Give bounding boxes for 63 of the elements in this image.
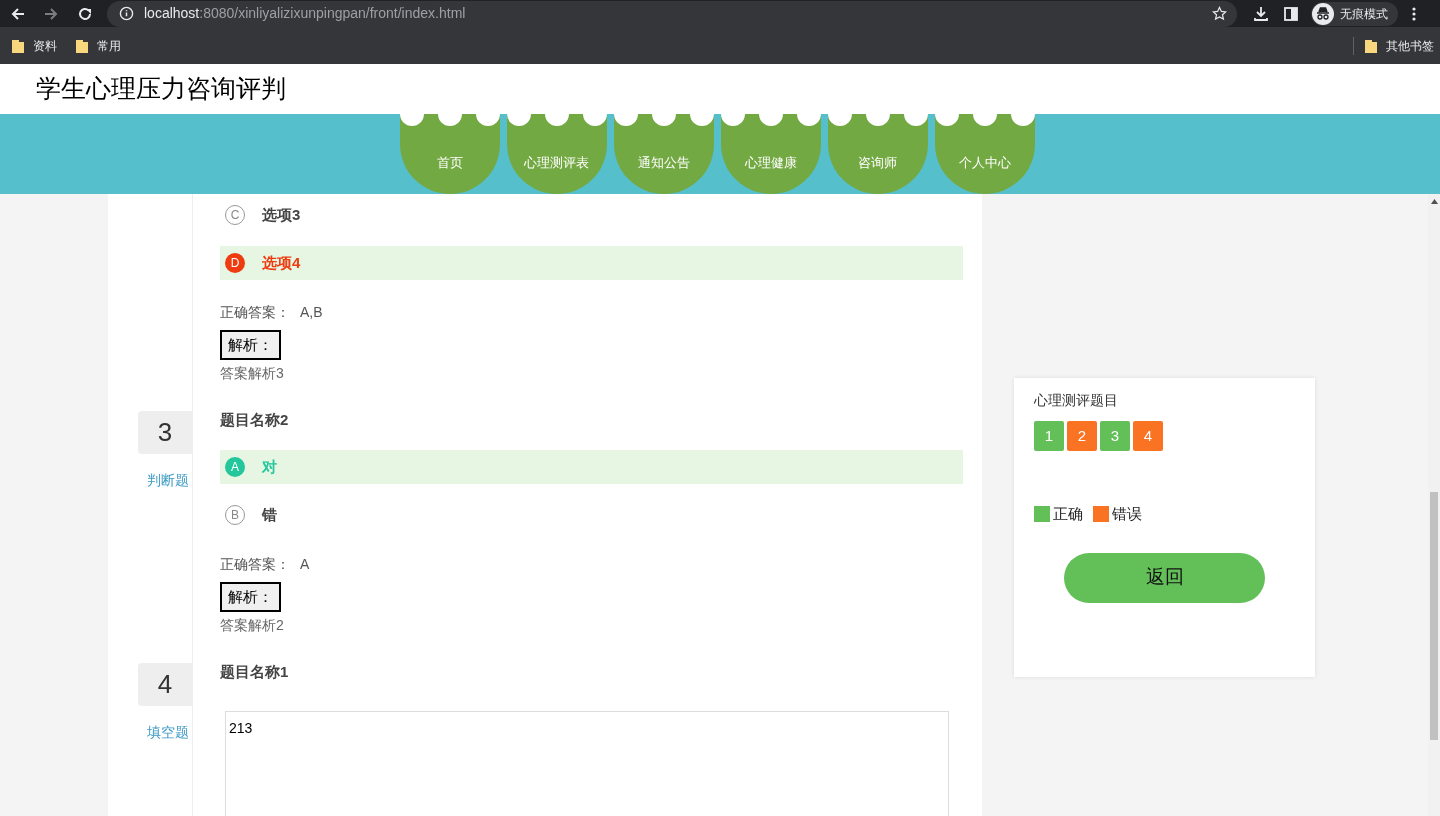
site-title: 学生心理压力咨询评判 <box>36 73 286 105</box>
bookmark[interactable]: 资料 <box>11 36 57 55</box>
answer-value: A,B <box>300 303 323 322</box>
option-letter: C <box>225 205 245 225</box>
profile-label: 无痕模式 <box>1340 5 1388 23</box>
nav-tab[interactable]: 咨询师 <box>827 114 928 194</box>
legend-label: 正确 <box>1053 504 1083 524</box>
panel-title: 心理测评题目 <box>1034 391 1119 410</box>
bookmark[interactable]: 常用 <box>75 36 121 55</box>
download-icon[interactable] <box>1253 5 1269 22</box>
forward-arrow-icon <box>43 5 59 22</box>
scroll-up-arrow-icon[interactable] <box>1430 199 1438 204</box>
answer-box[interactable]: 213 <box>225 711 949 816</box>
answer-option[interactable]: B 错 <box>220 498 963 532</box>
nav-tab[interactable]: 个人中心 <box>934 114 1035 194</box>
info-icon[interactable] <box>119 6 134 21</box>
question-number-button[interactable]: 1 <box>1034 421 1064 451</box>
back-arrow-icon[interactable] <box>10 5 26 22</box>
answer-option[interactable]: A 对 <box>220 450 963 484</box>
question-title: 题目名称2 <box>220 411 290 429</box>
legend-label: 错误 <box>1112 504 1142 524</box>
option-letter: A <box>225 457 245 477</box>
option-letter: B <box>225 505 245 525</box>
option-letter: D <box>225 253 245 273</box>
answer-option[interactable]: C 选项3 <box>220 198 963 232</box>
answer-label: 正确答案： <box>220 555 290 574</box>
more-menu-icon[interactable] <box>1412 6 1416 21</box>
side-panel-icon[interactable] <box>1284 6 1298 21</box>
question-number: 3 <box>138 411 192 454</box>
folder-icon <box>1364 38 1377 53</box>
nav-tab[interactable]: 心理测评表 <box>506 114 607 194</box>
reload-icon[interactable] <box>77 5 93 22</box>
nav-tab[interactable]: 首页 <box>399 114 500 194</box>
folder-icon <box>11 38 24 53</box>
address-bar[interactable]: localhost:8080/xinliyalizixunpingpan/front/index.html <box>107 0 1237 27</box>
answer-option[interactable]: D 选项4 <box>220 246 963 280</box>
bookmark[interactable]: 其他书签 <box>1353 36 1434 55</box>
question-number: 4 <box>138 663 192 706</box>
star-icon[interactable] <box>1212 6 1227 21</box>
nav-tab[interactable]: 通知公告 <box>613 114 714 194</box>
analysis-label: 解析： <box>220 330 281 360</box>
question-number-button[interactable]: 3 <box>1100 421 1130 451</box>
answer-label: 正确答案： <box>220 303 290 322</box>
question-number-button[interactable]: 4 <box>1133 421 1163 451</box>
scrollbar[interactable] <box>1428 194 1440 816</box>
nav-tab[interactable]: 心理健康 <box>720 114 821 194</box>
answer-value: A <box>300 555 310 574</box>
option-text: 选项3 <box>262 204 301 225</box>
option-text: 选项4 <box>262 252 301 273</box>
question-number-button[interactable]: 2 <box>1067 421 1097 451</box>
url-text: localhost:8080/xinliyalizixunpingpan/front/index.html <box>144 4 466 23</box>
analysis-text: 答案解析3 <box>220 364 285 383</box>
analysis-label: 解析： <box>220 582 281 612</box>
option-text: 对 <box>262 456 277 477</box>
profile-chip[interactable]: 无痕模式 <box>1311 1 1398 26</box>
folder-icon <box>75 38 88 53</box>
back-button[interactable]: 返回 <box>1064 552 1265 603</box>
option-text: 错 <box>262 504 277 525</box>
analysis-text: 答案解析2 <box>220 616 285 635</box>
scrollbar-thumb[interactable] <box>1430 492 1438 740</box>
question-type: 填空题 <box>147 723 189 742</box>
question-type: 判断题 <box>147 471 189 490</box>
question-title: 题目名称1 <box>220 663 290 681</box>
